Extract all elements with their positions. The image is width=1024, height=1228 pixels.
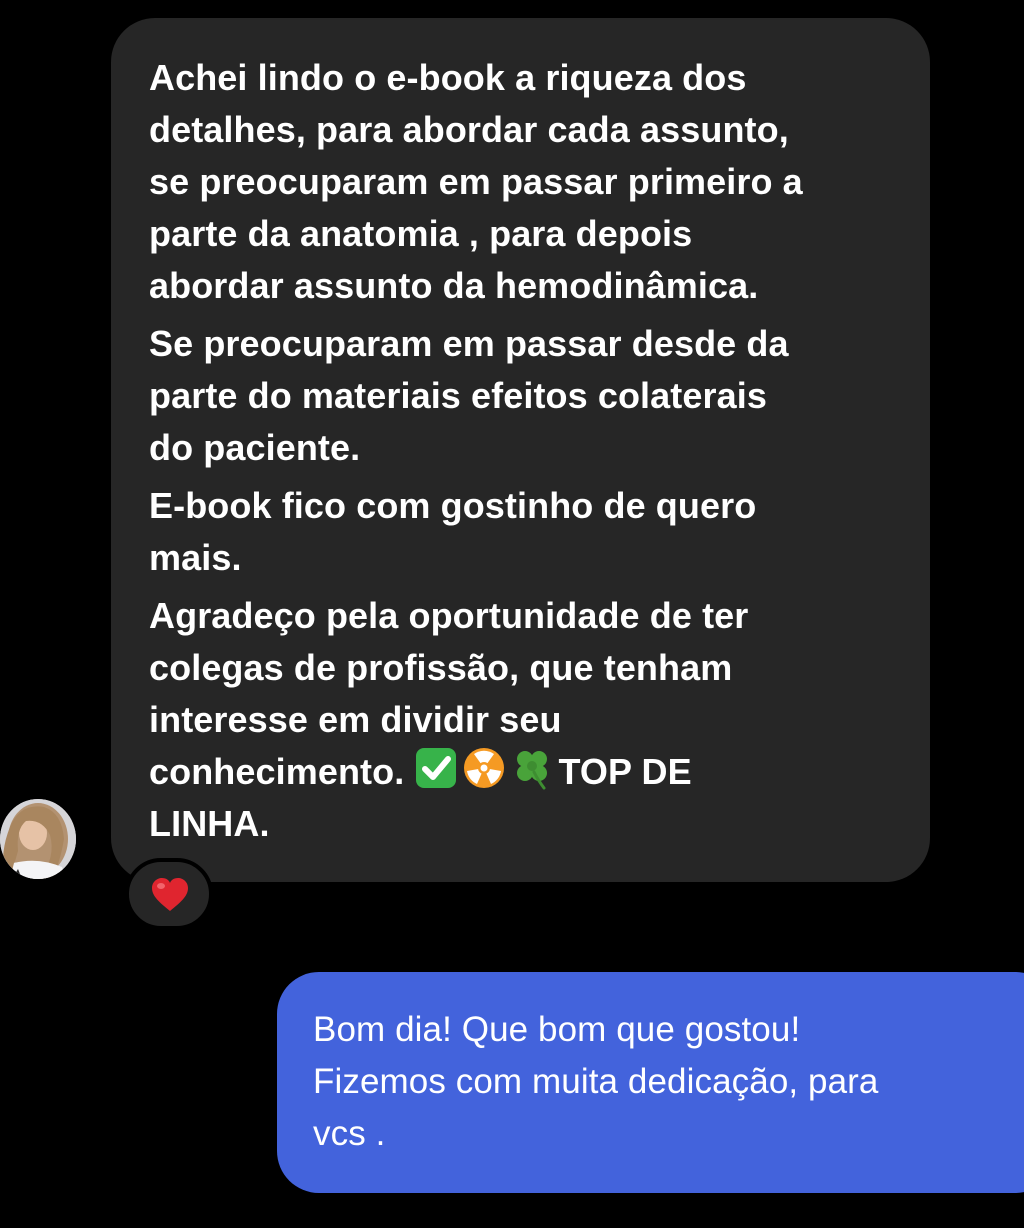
- incoming-message-text: Achei lindo o e-book a riqueza dos detal…: [149, 52, 900, 584]
- sender-avatar[interactable]: [0, 799, 76, 879]
- message-reaction[interactable]: [125, 858, 213, 930]
- outgoing-message-bubble[interactable]: Bom dia! Que bom que gostou! Fizemos com…: [277, 972, 1024, 1193]
- incoming-message-paragraph: E-book fico com gostinho de quero mais.: [149, 485, 757, 578]
- incoming-message-last-paragraph: Agradeço pela oportunidade de ter colega…: [149, 590, 900, 850]
- incoming-message-paragraph: Se preocuparam em passar desde da parte …: [149, 323, 789, 468]
- check-mark-button-icon: [414, 746, 458, 790]
- four-leaf-clover-icon: [510, 746, 554, 790]
- incoming-message-bubble[interactable]: Achei lindo o e-book a riqueza dos detal…: [111, 18, 930, 882]
- outgoing-message-text: Bom dia! Que bom que gostou! Fizemos com…: [313, 1004, 1024, 1160]
- outgoing-message-paragraph: Bom dia! Que bom que gostou! Fizemos com…: [313, 1010, 879, 1153]
- radioactive-icon: [462, 746, 506, 790]
- red-heart-icon: [152, 878, 188, 911]
- incoming-message-paragraph: Achei lindo o e-book a riqueza dos detal…: [149, 57, 803, 306]
- avatar-photo: [0, 799, 76, 879]
- chat-thread: Achei lindo o e-book a riqueza dos detal…: [0, 0, 1024, 1228]
